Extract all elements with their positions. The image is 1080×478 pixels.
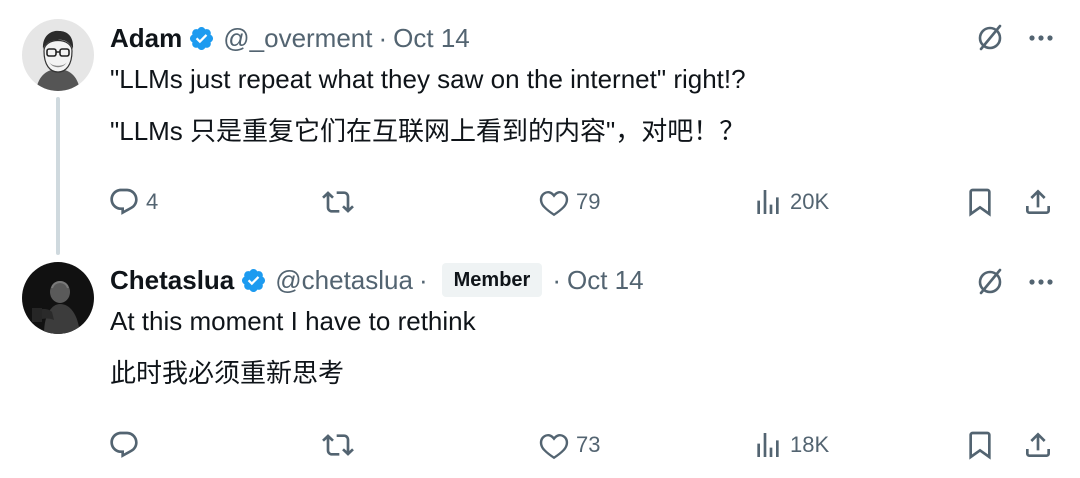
retweet-button[interactable] <box>322 182 360 222</box>
like-button[interactable]: 79 <box>538 182 600 222</box>
retweet-button[interactable] <box>322 425 360 465</box>
author-name[interactable]: Chetaslua <box>110 262 234 298</box>
more-icon[interactable] <box>1026 23 1056 58</box>
tweet-text-line: "LLMs 只是重复它们在互联网上看到的内容"，对吧！？ <box>110 116 746 146</box>
member-badge[interactable]: Member <box>441 263 543 297</box>
tweet-date[interactable]: Oct 14 <box>393 20 470 56</box>
grok-icon[interactable] <box>974 22 1006 59</box>
like-button[interactable]: 73 <box>538 425 600 465</box>
views-icon <box>757 433 779 457</box>
retweet-icon <box>322 434 354 456</box>
share-icon <box>1026 432 1050 457</box>
tweet-header: Adam @_overment · Oct 14 <box>110 20 470 56</box>
heart-icon <box>539 434 569 460</box>
tweet-text-line: "LLMs just repeat what they saw on the i… <box>110 64 746 94</box>
reply-button[interactable] <box>108 425 146 465</box>
separator-dot: · <box>378 23 388 53</box>
views-count: 18K <box>790 432 830 457</box>
like-count: 79 <box>576 189 601 214</box>
tweet-top-actions <box>974 266 1056 303</box>
separator-dot: · <box>418 265 428 295</box>
bookmark-button[interactable] <box>964 182 996 222</box>
views-button[interactable]: 20K <box>752 182 829 222</box>
thread-connector-line <box>56 97 60 255</box>
tweet-top-actions <box>974 22 1056 59</box>
tweet-date[interactable]: Oct 14 <box>567 262 644 298</box>
share-button[interactable] <box>1022 425 1054 465</box>
reply-count: 4 <box>146 189 159 214</box>
avatar[interactable] <box>22 262 94 334</box>
tweet-action-bar: 73 18K <box>0 425 1080 465</box>
share-button[interactable] <box>1022 182 1054 222</box>
reply-icon <box>110 188 138 215</box>
bookmark-button[interactable] <box>964 425 996 465</box>
tweet-action-bar: 4 79 20K <box>0 182 1080 222</box>
tweet-chetaslua[interactable]: Chetaslua @chetaslua · Member · Oct 14 A… <box>0 250 1080 478</box>
share-icon <box>1026 189 1050 214</box>
reply-icon <box>110 431 138 458</box>
bookmark-icon <box>969 188 991 217</box>
grok-icon[interactable] <box>974 266 1006 303</box>
tweet-header: Chetaslua @chetaslua · Member · Oct 14 <box>110 262 644 298</box>
tweet-text-line: 此时我必须重新思考 <box>110 358 345 388</box>
retweet-icon <box>322 191 354 213</box>
reply-thread: Adam @_overment · Oct 14 "LLMs just repe… <box>0 0 1080 478</box>
separator-dot: · <box>552 265 562 295</box>
author-handle[interactable]: @_overment <box>223 20 372 56</box>
tweet-adam[interactable]: Adam @_overment · Oct 14 "LLMs just repe… <box>0 0 1080 255</box>
reply-button[interactable]: 4 <box>108 182 158 222</box>
avatar[interactable] <box>22 19 94 91</box>
views-icon <box>757 190 779 214</box>
like-count: 73 <box>576 432 601 457</box>
author-name[interactable]: Adam <box>110 20 182 56</box>
more-icon[interactable] <box>1026 267 1056 302</box>
bookmark-icon <box>969 431 991 460</box>
views-button[interactable]: 18K <box>752 425 829 465</box>
verified-badge-icon[interactable] <box>188 25 215 52</box>
views-count: 20K <box>790 189 830 214</box>
author-handle[interactable]: @chetaslua <box>275 262 413 298</box>
heart-icon <box>539 191 569 217</box>
tweet-text-line: At this moment I have to rethink <box>110 306 476 336</box>
verified-badge-icon[interactable] <box>240 267 267 294</box>
